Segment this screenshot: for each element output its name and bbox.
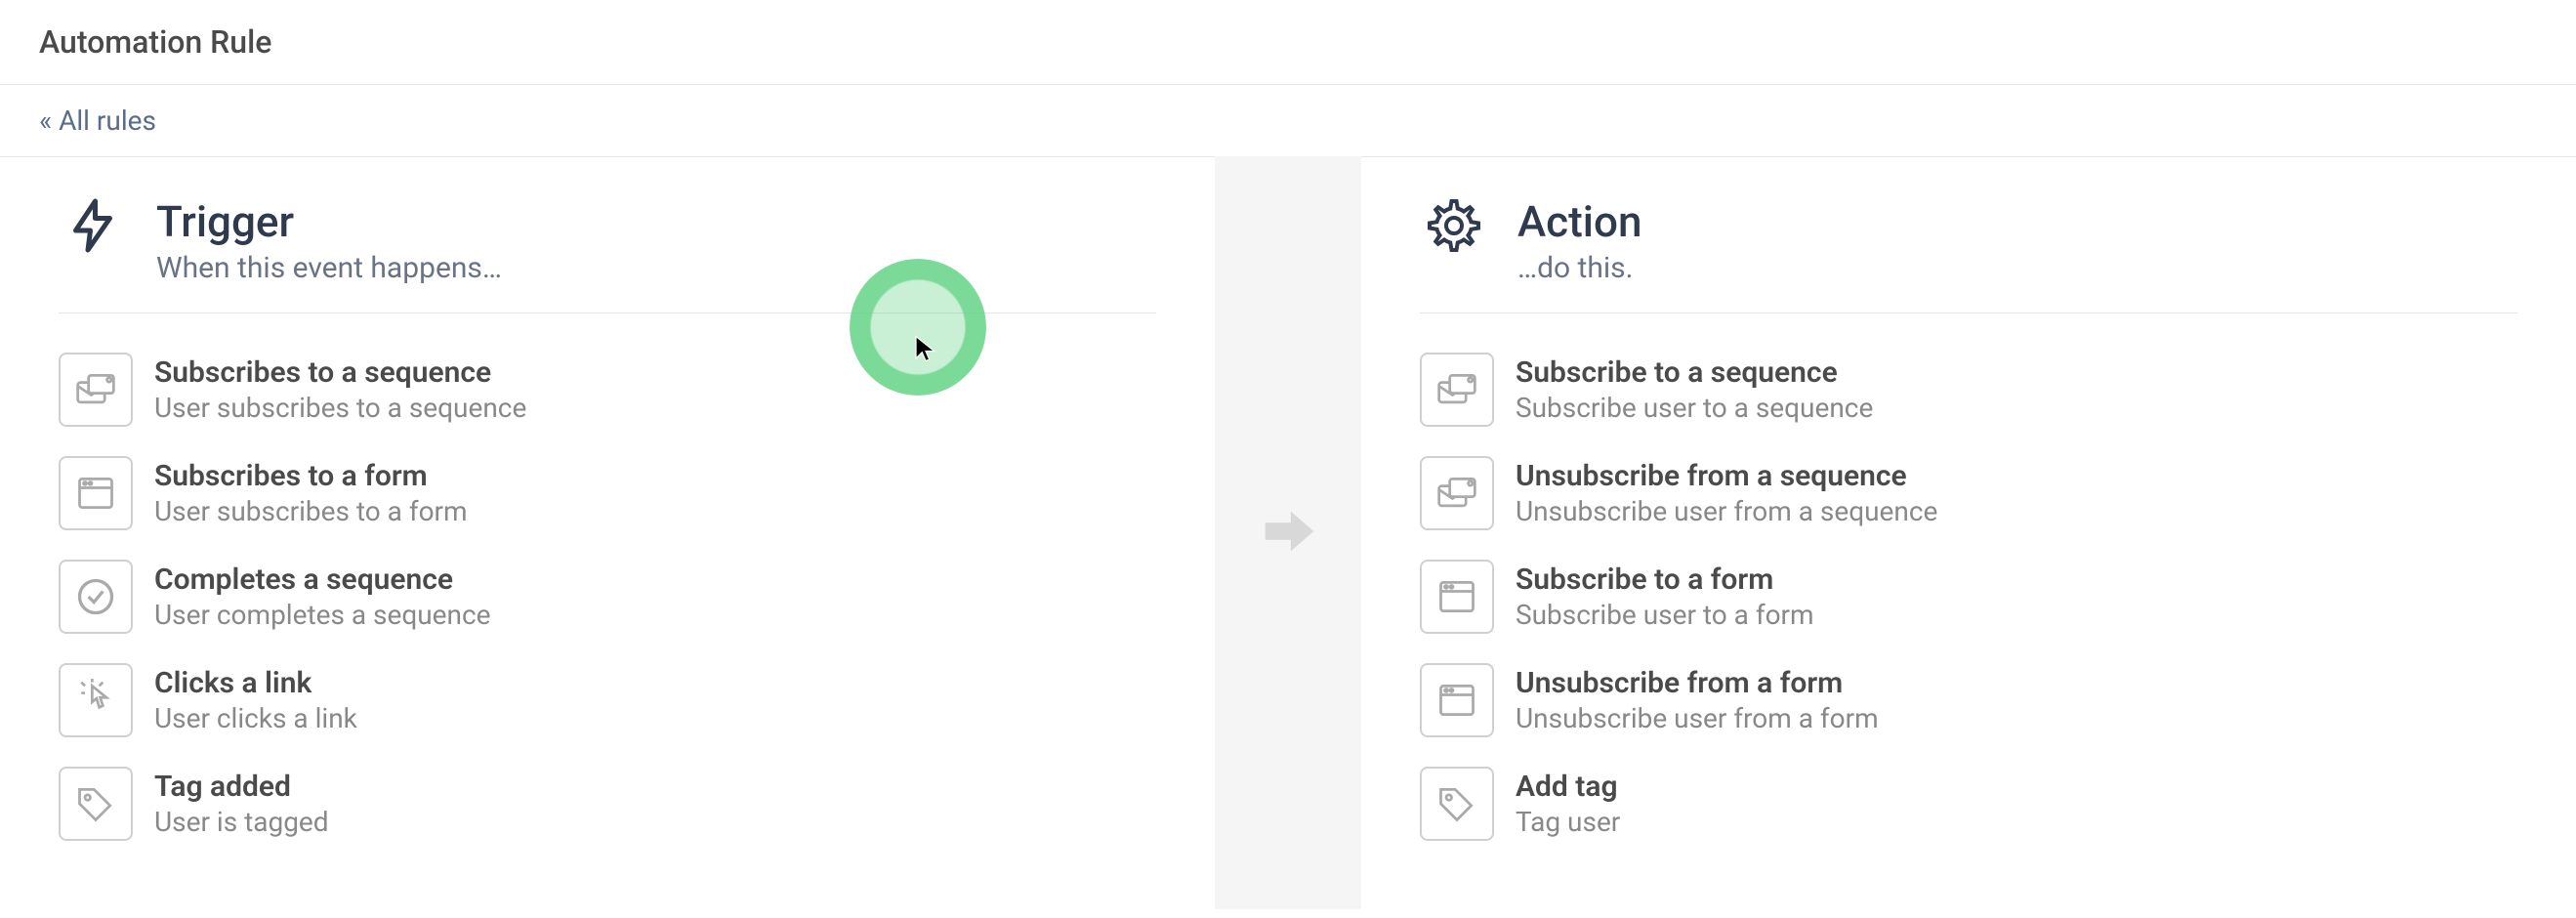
option-desc: User completes a sequence: [154, 599, 491, 631]
trigger-option-tag-added[interactable]: Tag added User is tagged: [59, 767, 1156, 841]
action-option-unsubscribe-form[interactable]: Unsubscribe from a form Unsubscribe user…: [1420, 663, 2517, 737]
mail-stack-icon: [1420, 456, 1494, 530]
mail-stack-icon: [59, 353, 133, 427]
action-header: Action …do this.: [1420, 196, 2517, 313]
breadcrumb: « All rules: [0, 85, 2576, 157]
action-option-add-tag[interactable]: Add tag Tag user: [1420, 767, 2517, 841]
option-title: Subscribes to a sequence: [154, 355, 526, 390]
action-option-unsubscribe-sequence[interactable]: Unsubscribe from a sequence Unsubscribe …: [1420, 456, 2517, 530]
option-title: Subscribes to a form: [154, 459, 468, 493]
option-desc: User subscribes to a form: [154, 495, 468, 527]
trigger-option-clicks-link[interactable]: Clicks a link User clicks a link: [59, 663, 1156, 737]
trigger-option-subscribes-sequence[interactable]: Subscribes to a sequence User subscribes…: [59, 353, 1156, 427]
action-column: Action …do this. Subscribe to a sequence…: [1361, 157, 2576, 909]
option-desc: User clicks a link: [154, 702, 357, 734]
main-content: Trigger When this event happens… Subscri…: [0, 157, 2576, 909]
option-title: Subscribe to a form: [1516, 563, 1814, 597]
tag-icon: [59, 767, 133, 841]
trigger-header: Trigger When this event happens…: [59, 196, 1156, 313]
click-icon: [59, 663, 133, 737]
divider-column: [1215, 156, 1361, 909]
option-title: Unsubscribe from a sequence: [1516, 459, 1937, 493]
option-title: Clicks a link: [154, 666, 357, 700]
action-option-subscribe-sequence[interactable]: Subscribe to a sequence Subscribe user t…: [1420, 353, 2517, 427]
mail-stack-icon: [1420, 353, 1494, 427]
option-desc: Unsubscribe user from a form: [1516, 702, 1879, 734]
option-title: Unsubscribe from a form: [1516, 666, 1879, 700]
trigger-subtitle: When this event happens…: [156, 251, 502, 285]
action-subtitle: …do this.: [1517, 251, 1641, 285]
option-desc: Subscribe user to a sequence: [1516, 392, 1873, 424]
gear-icon: [1420, 196, 1488, 255]
page-header: Automation Rule: [0, 0, 2576, 85]
option-title: Completes a sequence: [154, 563, 491, 597]
option-title: Subscribe to a sequence: [1516, 355, 1873, 390]
arrow-right-icon: [1254, 497, 1322, 569]
check-circle-icon: [59, 560, 133, 634]
option-title: Tag added: [154, 770, 329, 804]
option-desc: Tag user: [1516, 806, 1620, 838]
option-desc: Unsubscribe user from a sequence: [1516, 495, 1937, 527]
form-icon: [1420, 560, 1494, 634]
option-title: Add tag: [1516, 770, 1620, 804]
all-rules-link[interactable]: « All rules: [39, 104, 156, 137]
trigger-title: Trigger: [156, 196, 502, 247]
tag-icon: [1420, 767, 1494, 841]
action-title: Action: [1517, 196, 1641, 247]
option-desc: User subscribes to a sequence: [154, 392, 526, 424]
form-icon: [59, 456, 133, 530]
page-title: Automation Rule: [39, 23, 2537, 61]
form-icon: [1420, 663, 1494, 737]
trigger-option-completes-sequence[interactable]: Completes a sequence User completes a se…: [59, 560, 1156, 634]
trigger-column: Trigger When this event happens… Subscri…: [0, 157, 1215, 909]
trigger-option-subscribes-form[interactable]: Subscribes to a form User subscribes to …: [59, 456, 1156, 530]
action-option-subscribe-form[interactable]: Subscribe to a form Subscribe user to a …: [1420, 560, 2517, 634]
option-desc: User is tagged: [154, 806, 329, 838]
lightning-icon: [59, 196, 127, 255]
option-desc: Subscribe user to a form: [1516, 599, 1814, 631]
